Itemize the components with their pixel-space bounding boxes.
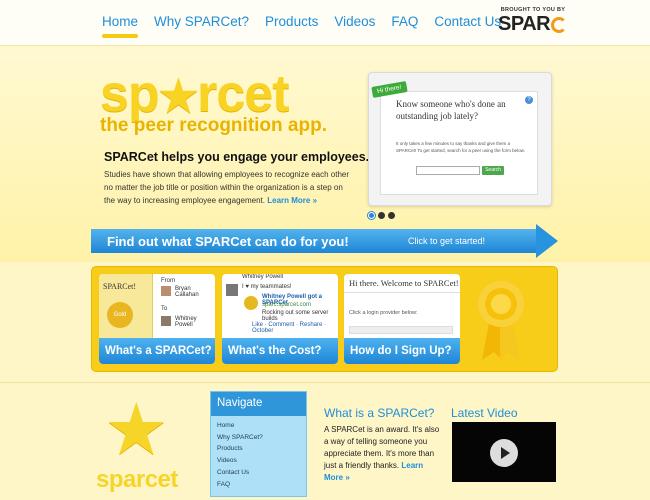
card-label: What's the Cost? — [222, 338, 338, 364]
footer-nav-videos[interactable]: Videos — [217, 455, 300, 467]
nav-products[interactable]: Products — [265, 14, 318, 29]
footer-nav-faq[interactable]: FAQ — [217, 479, 300, 491]
to-label: To — [161, 306, 168, 312]
brand-name-text: SPAR — [498, 13, 551, 35]
what-is-sparcet-text: A SPARCet is an award. It's also a way o… — [324, 424, 442, 484]
avatar — [161, 316, 171, 326]
footer-navigation: Navigate Home Why SPARCet? Products Vide… — [210, 391, 307, 497]
slider-dot-1[interactable] — [368, 212, 375, 219]
screenshot-question: Know someone who's done an outstanding j… — [396, 99, 506, 121]
screenshot-search-button: Search — [482, 166, 504, 175]
card-label: What's a SPARCet? — [99, 338, 215, 364]
post-actions: Like · Comment · Reshare · October — [252, 322, 327, 334]
footer-nav-why-sparcet[interactable]: Why SPARCet? — [217, 432, 300, 444]
navigate-title: Navigate — [211, 392, 306, 416]
nav-videos[interactable]: Videos — [334, 14, 375, 29]
footer-star-icon: ★ — [104, 390, 169, 470]
post-author: Whitney Powell — [242, 274, 284, 280]
welcome-text: Hi there. Welcome to SPARCet! — [349, 278, 459, 288]
hero-title: SPARCet helps you engage your employees. — [104, 150, 370, 164]
logo-star-icon: ★ — [158, 72, 198, 121]
gold-medal-icon: Gold — [107, 302, 133, 328]
help-icon: ? — [525, 96, 533, 104]
slider-dot-3[interactable] — [388, 212, 395, 219]
footer-nav-contact-us[interactable]: Contact Us — [217, 467, 300, 479]
card-label: How do I Sign Up? — [344, 338, 460, 364]
footer-nav-home[interactable]: Home — [217, 420, 300, 432]
login-instruction: Click a login provider below: — [349, 310, 418, 316]
card-how-do-i-sign-up[interactable]: Hi there. Welcome to SPARCet! Click a lo… — [344, 274, 460, 364]
avatar — [226, 284, 238, 296]
what-is-sparcet-title: What is a SPARCet? — [324, 406, 435, 420]
arrow-icon — [536, 224, 558, 258]
main-nav: Home Why SPARCet? Products Videos FAQ Co… — [102, 14, 517, 38]
nav-faq[interactable]: FAQ — [391, 14, 418, 29]
from-label: From — [161, 278, 175, 284]
brand-name: SPAR — [498, 13, 568, 36]
person-name-2: Whitney Powell — [175, 316, 197, 328]
card-whats-a-sparcet[interactable]: SPARCet! Gold From Bryan Callahan To Whi… — [99, 274, 215, 364]
slider-dot-2[interactable] — [378, 212, 385, 219]
hero-tagline: the peer recognition app. — [100, 115, 327, 136]
sparc-brand-logo[interactable]: BROUGHT TO YOU BY SPAR — [498, 7, 568, 36]
nav-home[interactable]: Home — [102, 14, 139, 38]
banner-headline: Find out what SPARCet can do for you! — [107, 234, 349, 249]
footer-logo: sparcet — [96, 466, 178, 493]
screenshot-search-input — [416, 166, 480, 175]
latest-video-title: Latest Video — [451, 406, 518, 420]
nav-contact-us[interactable]: Contact Us — [434, 14, 501, 29]
post-text: I ♥ my teammates! — [242, 284, 292, 290]
screenshot-instructions: It only takes a few minutes to say thank… — [396, 141, 525, 153]
site-header: Home Why SPARCet? Products Videos FAQ Co… — [0, 0, 650, 46]
card-whats-the-cost[interactable]: Whitney Powell I ♥ my teammates! Whitney… — [222, 274, 338, 364]
avatar — [161, 286, 171, 296]
post-subtext: Rocking out some server builds — [262, 310, 329, 322]
award-ribbon-icon — [478, 281, 524, 360]
footer-nav-products[interactable]: Products — [217, 443, 300, 455]
login-provider-box — [349, 326, 453, 334]
award-title: SPARCet! — [103, 282, 137, 291]
banner-cta: Click to get started! — [408, 236, 486, 246]
card-label-text: How do I Sign Up? — [350, 345, 452, 357]
divider — [344, 292, 460, 293]
person-name-1: Bryan Callahan — [175, 286, 199, 298]
hero-description: Studies have shown that allowing employe… — [104, 168, 354, 207]
medal-icon — [244, 296, 258, 310]
brand-c-icon — [551, 16, 568, 33]
get-started-banner[interactable]: Find out what SPARCet can do for you! Cl… — [91, 224, 561, 258]
slider-dots — [368, 212, 395, 219]
hero-learn-more-link[interactable]: Learn More » — [267, 196, 317, 205]
footer-nav-list: Home Why SPARCet? Products Videos Contac… — [211, 416, 306, 494]
post-site: sparc.sparcet.com — [262, 302, 312, 308]
nav-why-sparcet[interactable]: Why SPARCet? — [154, 14, 249, 29]
play-icon[interactable] — [490, 439, 518, 467]
